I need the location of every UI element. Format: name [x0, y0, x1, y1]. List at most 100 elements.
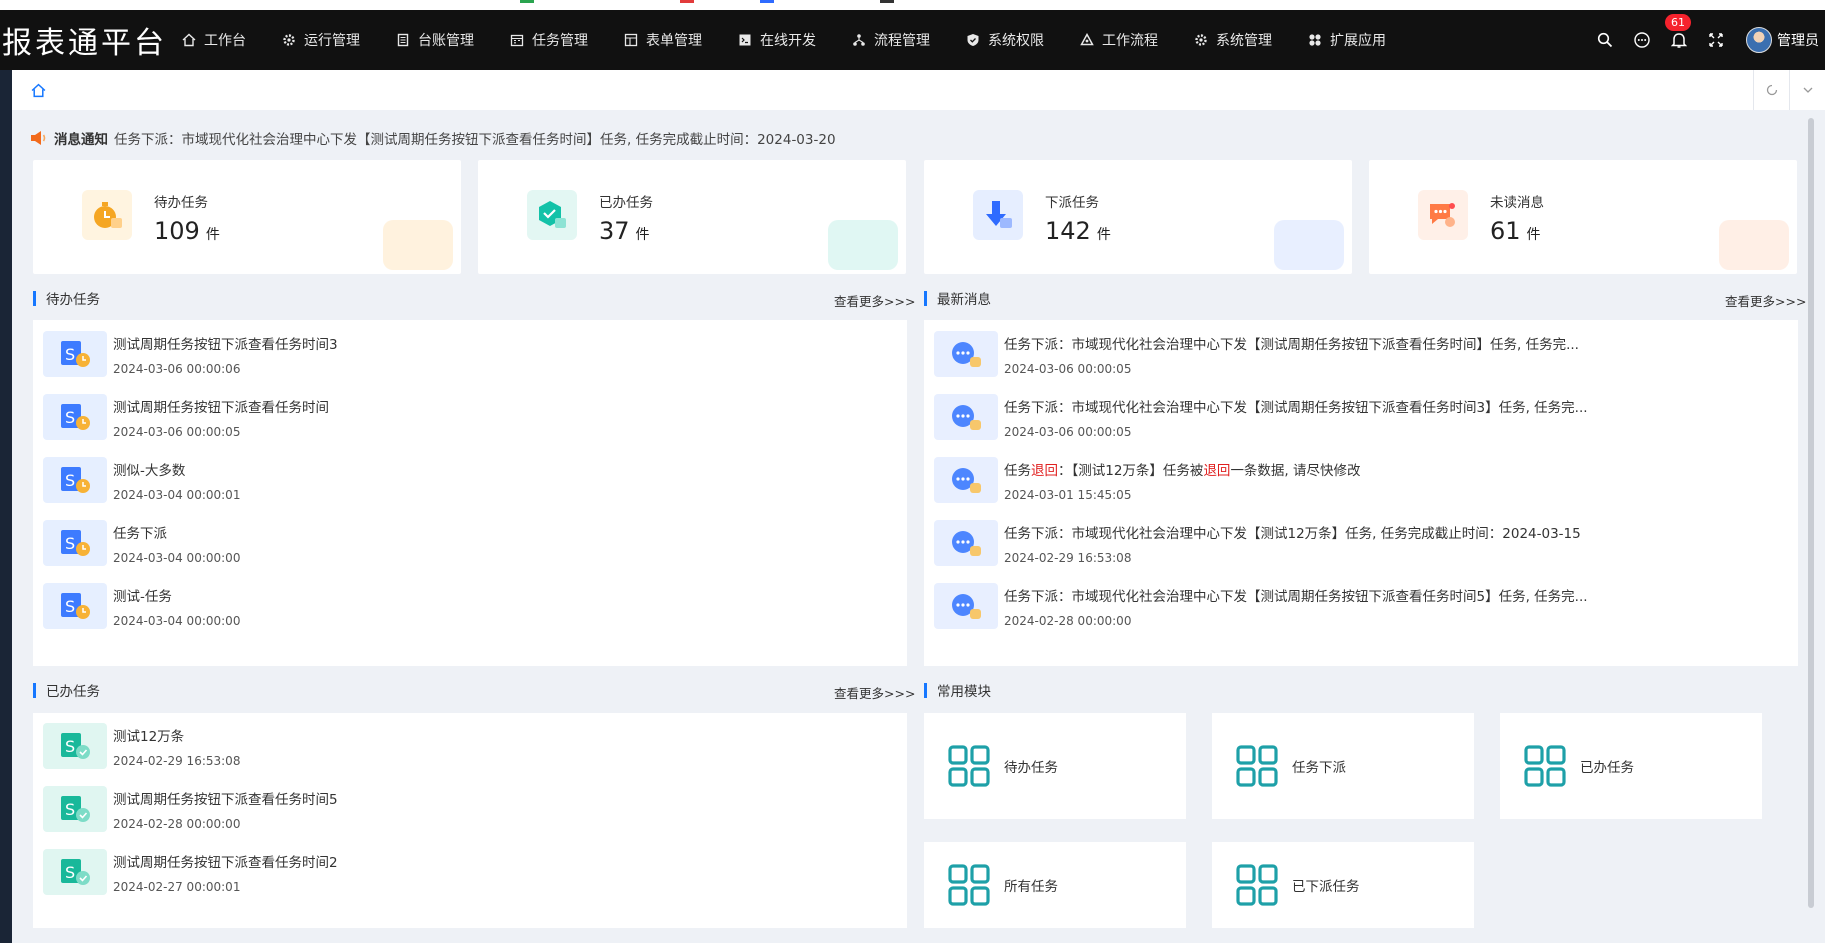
nav-item-form-manage[interactable]: 表单管理 [624, 30, 702, 50]
item-title: 任务下派：市域现代化社会治理中心下发【测试周期任务按钮下派查看任务时间5】任务,… [1004, 589, 1588, 605]
nav-item-system-manage[interactable]: 系统管理 [1194, 30, 1272, 50]
nav-item-workbench[interactable]: 工作台 [182, 30, 246, 50]
flow-icon [852, 33, 866, 47]
nav-item-label: 扩展应用 [1330, 33, 1386, 49]
recycle-icon [1080, 33, 1094, 47]
stat-card-unread[interactable]: 未读消息 61 件 [1369, 160, 1797, 274]
top-strip-mark [520, 0, 534, 3]
item-title: 任务下派：市域现代化社会治理中心下发【测试周期任务按钮下派查看任务时间】任务, … [1004, 337, 1579, 353]
todo-more-link[interactable]: 查看更多>>> [834, 291, 915, 310]
stat-title: 下派任务 [1045, 195, 1099, 211]
list-item[interactable]: 任务下派：市域现代化社会治理中心下发【测试周期任务按钮下派查看任务时间】任务, … [934, 331, 1788, 387]
section-title: 已办任务 [46, 684, 100, 700]
item-time: 2024-02-27 00:00:01 [113, 880, 241, 894]
nav-item-operation[interactable]: 运行管理 [282, 30, 360, 50]
module-tile-pending[interactable]: 待办任务 [924, 713, 1186, 819]
nav-item-extensions[interactable]: 扩展应用 [1308, 30, 1386, 50]
list-item[interactable]: 任务下派：市域现代化社会治理中心下发【测试周期任务按钮下派查看任务时间5】任务,… [934, 583, 1788, 639]
home-icon [31, 83, 45, 97]
nav-item-task-manage[interactable]: 任务管理 [510, 30, 588, 50]
nav-item-system-permission[interactable]: 系统权限 [966, 30, 1044, 50]
item-time: 2024-03-06 00:00:06 [113, 362, 241, 376]
item-title: 测试12万条 [113, 729, 185, 745]
section-accent-bar [924, 290, 927, 306]
done-more-link[interactable]: 查看更多>>> [834, 683, 915, 702]
item-title: 测试周期任务按钮下派查看任务时间5 [113, 792, 338, 808]
item-time: 2024-03-01 15:45:05 [1004, 488, 1132, 502]
stat-card-done[interactable]: 已办任务 37 件 [478, 160, 906, 274]
nav-item-label: 台账管理 [418, 33, 474, 49]
section-title: 常用模块 [937, 684, 991, 700]
nav-item-ledger[interactable]: 台账管理 [396, 30, 474, 50]
nav-item-label: 任务管理 [532, 33, 588, 49]
list-item[interactable]: 任务退回：【测试12万条】任务被退回一条数据, 请尽快修改 2024-03-01… [934, 457, 1788, 513]
list-item[interactable]: 任务下派：市域现代化社会治理中心下发【测试12万条】任务, 任务完成截止时间：2… [934, 520, 1788, 576]
left-sidebar-edge [0, 70, 12, 943]
item-time: 2024-03-06 00:00:05 [113, 425, 241, 439]
top-strip [0, 0, 1825, 10]
module-tile-dispatched[interactable]: 已下派任务 [1212, 842, 1474, 928]
item-time: 2024-03-04 00:00:00 [113, 614, 241, 628]
item-title: 测试周期任务按钮下派查看任务时间3 [113, 337, 338, 353]
section-accent-bar [33, 290, 36, 306]
stat-unit: 件 [1526, 227, 1541, 243]
message-notice[interactable]: 消息通知 任务下派：市域现代化社会治理中心下发【测试周期任务按钮下派查看任务时间… [30, 128, 836, 148]
list-item[interactable]: S 测试周期任务按钮下派查看任务时间3 2024-03-06 00:00:06 [43, 331, 338, 387]
nav-item-label: 系统权限 [988, 33, 1044, 49]
chat-icon[interactable] [1632, 30, 1652, 50]
svg-text:S: S [65, 471, 75, 490]
avatar[interactable] [1746, 27, 1772, 53]
message-bubble-icon [934, 520, 998, 566]
message-bubble-icon [934, 331, 998, 377]
list-item[interactable]: S 任务下派 2024-03-04 00:00:00 [43, 520, 240, 576]
user-name[interactable]: 管理员 [1777, 30, 1819, 50]
stat-number: 142 [1045, 217, 1091, 245]
nav-item-online-dev[interactable]: 在线开发 [738, 30, 816, 50]
list-item[interactable]: S 测试-任务 2024-03-04 00:00:00 [43, 583, 240, 639]
nav-item-label: 运行管理 [304, 33, 360, 49]
cube-check-icon [527, 190, 577, 240]
fullscreen-icon[interactable] [1706, 30, 1726, 50]
list-item[interactable]: S 测试周期任务按钮下派查看任务时间 2024-03-06 00:00:05 [43, 394, 329, 450]
module-grid-icon [1236, 864, 1278, 906]
stat-number: 61 [1490, 217, 1521, 245]
section-header-done: 已办任务 [33, 680, 100, 700]
stat-title: 未读消息 [1490, 195, 1544, 211]
item-title: 任务下派：市域现代化社会治理中心下发【测试12万条】任务, 任务完成截止时间：2… [1004, 526, 1581, 542]
stat-card-pending[interactable]: 待办任务 109 件 [33, 160, 461, 274]
module-tile-all[interactable]: 所有任务 [924, 842, 1186, 928]
section-accent-bar [33, 682, 36, 698]
scrollbar-thumb[interactable] [1808, 118, 1814, 908]
module-label: 已下派任务 [1292, 879, 1360, 895]
task-doc-icon: S [43, 331, 107, 377]
messages-panel: 任务下派：市域现代化社会治理中心下发【测试周期任务按钮下派查看任务时间】任务, … [924, 320, 1798, 666]
messages-more-link[interactable]: 查看更多>>> [1725, 291, 1806, 310]
item-time: 2024-02-29 16:53:08 [1004, 551, 1132, 565]
tab-dropdown-button[interactable] [1789, 70, 1825, 110]
list-item[interactable]: S 测似-大多数 2024-03-04 00:00:01 [43, 457, 240, 513]
message-bubble-icon [934, 394, 998, 440]
task-done-icon: S [43, 723, 107, 769]
module-tile-done[interactable]: 已办任务 [1500, 713, 1762, 819]
item-title: 测试-任务 [113, 589, 172, 605]
nav-item-process-manage[interactable]: 流程管理 [852, 30, 930, 50]
list-item[interactable]: S 测试周期任务按钮下派查看任务时间5 2024-02-28 00:00:00 [43, 786, 338, 842]
item-time: 2024-02-29 16:53:08 [113, 754, 241, 768]
tab-home[interactable] [12, 70, 64, 110]
list-item[interactable]: S 测试12万条 2024-02-29 16:53:08 [43, 723, 240, 779]
title-part: 任务 [1004, 463, 1031, 479]
refresh-icon [1766, 84, 1777, 96]
item-title: 测似-大多数 [113, 463, 186, 479]
list-item[interactable]: 任务下派：市域现代化社会治理中心下发【测试周期任务按钮下派查看任务时间3】任务,… [934, 394, 1788, 450]
svg-text:S: S [65, 737, 75, 756]
stat-card-dispatched[interactable]: 下派任务 142 件 [924, 160, 1352, 274]
list-item[interactable]: S 测试周期任务按钮下派查看任务时间2 2024-02-27 00:00:01 [43, 849, 338, 905]
nav-item-workflow[interactable]: 工作流程 [1080, 30, 1158, 50]
module-tile-dispatch[interactable]: 任务下派 [1212, 713, 1474, 819]
search-icon[interactable] [1595, 30, 1615, 50]
stat-title: 待办任务 [154, 195, 208, 211]
book-icon [396, 33, 410, 47]
bell-icon[interactable]: 61 [1665, 14, 1691, 50]
refresh-button[interactable] [1753, 70, 1789, 110]
stat-decoration [1274, 220, 1344, 270]
